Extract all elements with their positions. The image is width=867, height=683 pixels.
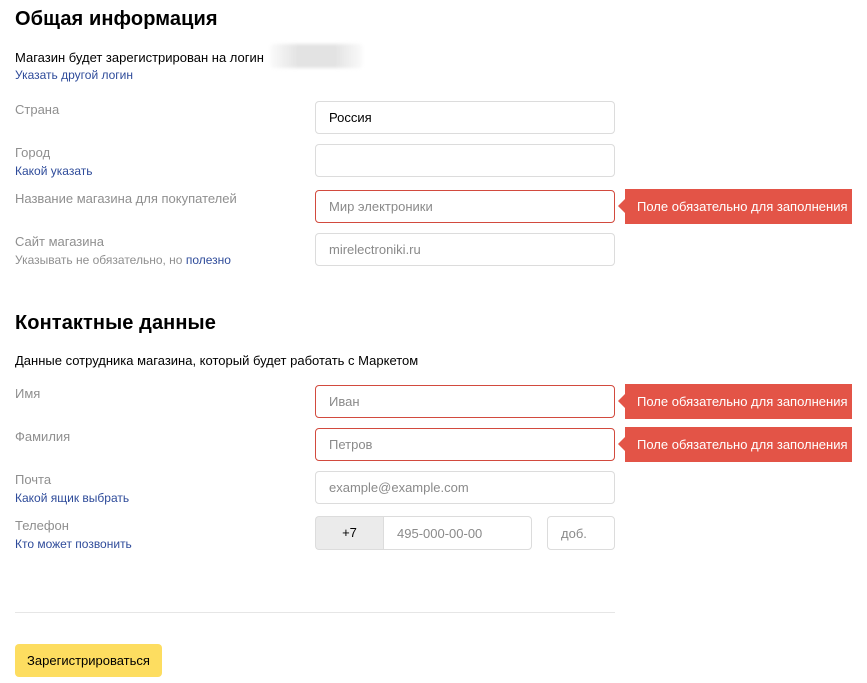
phone-hint-link[interactable]: Кто может позвонить xyxy=(15,537,132,551)
shop-name-field[interactable] xyxy=(315,190,615,223)
city-label: Город xyxy=(15,145,51,160)
first-name-label: Имя xyxy=(15,386,41,401)
site-label: Сайт магазина xyxy=(15,234,104,249)
email-field[interactable] xyxy=(315,471,615,504)
site-field[interactable] xyxy=(315,233,615,266)
country-field[interactable] xyxy=(315,101,615,134)
form-divider xyxy=(15,612,615,613)
email-label: Почта xyxy=(15,472,52,487)
last-name-label: Фамилия xyxy=(15,429,71,444)
country-label: Страна xyxy=(15,102,60,117)
site-hint-link[interactable]: полезно xyxy=(186,253,231,267)
city-field[interactable] xyxy=(315,144,615,177)
section-title-contacts: Контактные данные xyxy=(15,312,216,334)
first-name-error: Поле обязательно для заполнения xyxy=(618,384,852,419)
email-hint-link[interactable]: Какой ящик выбрать xyxy=(15,491,129,505)
last-name-error: Поле обязательно для заполнения xyxy=(618,427,852,462)
phone-extension-field[interactable] xyxy=(547,516,615,550)
login-value-blurred xyxy=(270,44,363,68)
contacts-description: Данные сотрудника магазина, который буде… xyxy=(15,353,419,368)
first-name-field[interactable] xyxy=(315,385,615,418)
city-hint-link[interactable]: Какой указать xyxy=(15,164,92,178)
phone-number-field[interactable] xyxy=(383,516,532,550)
site-hint-text: Указывать не обязательно, но xyxy=(15,253,183,267)
shop-name-error: Поле обязательно для заполнения xyxy=(618,189,852,224)
phone-label: Телефон xyxy=(15,518,69,533)
register-button[interactable]: Зарегистрироваться xyxy=(15,644,162,677)
site-hint: Указывать не обязательно, но полезно xyxy=(15,253,231,267)
phone-country-code: +7 xyxy=(315,516,383,550)
section-title-general: Общая информация xyxy=(15,8,218,30)
change-login-link[interactable]: Указать другой логин xyxy=(15,68,133,82)
login-text: Магазин будет зарегистрирован на логин xyxy=(15,50,264,65)
last-name-field[interactable] xyxy=(315,428,615,461)
shop-name-label: Название магазина для покупателей xyxy=(15,191,237,206)
